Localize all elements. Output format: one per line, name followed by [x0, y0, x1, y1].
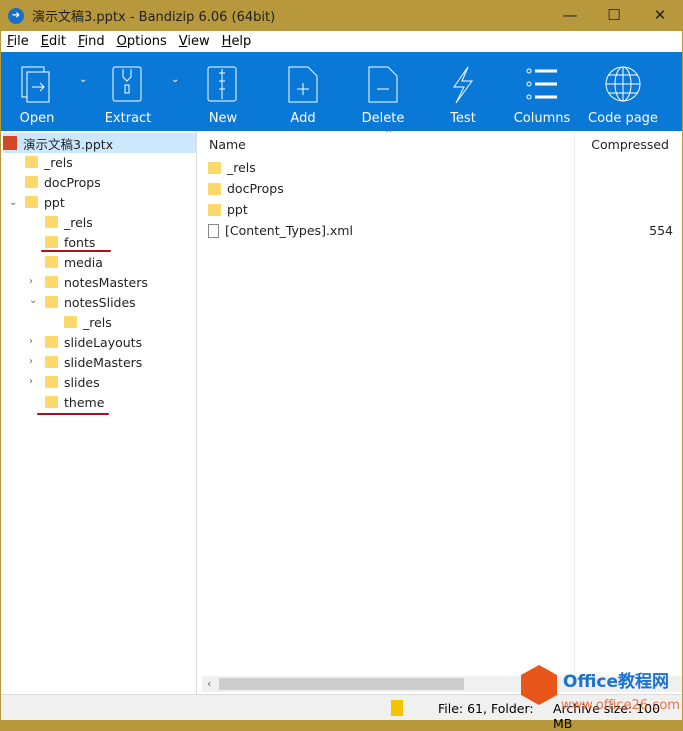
columns-button[interactable]: Columns: [502, 52, 582, 126]
delete-button[interactable]: Delete: [343, 52, 423, 126]
archive-icon: [391, 700, 403, 716]
pptx-file-icon: [3, 136, 17, 150]
scroll-left-icon[interactable]: ‹: [207, 677, 211, 690]
watermark-brand: Office教程网: [563, 672, 670, 692]
folder-icon: [208, 182, 221, 195]
tree-item[interactable]: _rels: [25, 152, 73, 172]
folder-icon: [45, 356, 58, 368]
file-icon: [208, 223, 219, 238]
minimize-button[interactable]: —: [547, 0, 593, 31]
tree-item[interactable]: media: [45, 252, 103, 272]
folder-icon: [208, 203, 221, 216]
folder-icon: [45, 336, 58, 348]
tree-item[interactable]: slideLayouts: [45, 332, 142, 352]
collapsed-chevron-icon[interactable]: ›: [29, 356, 33, 367]
list-header: Name ^ Compressed: [202, 129, 682, 676]
tree-item[interactable]: docProps: [25, 172, 101, 192]
column-name[interactable]: Name: [209, 137, 246, 152]
list-row[interactable]: [Content_Types].xml 554: [208, 220, 673, 241]
folder-icon: [25, 196, 38, 208]
lightning-icon: [453, 66, 473, 104]
folder-icon: [45, 216, 58, 228]
new-icon: [207, 66, 237, 102]
collapsed-chevron-icon[interactable]: ›: [29, 336, 33, 347]
list-row[interactable]: _rels: [208, 157, 673, 178]
app-icon: ➜: [8, 7, 24, 24]
menu-options[interactable]: Options: [117, 34, 167, 49]
file-list: Name ^ Compressed _rels docProps ppt [Co…: [202, 129, 682, 694]
menu-edit[interactable]: Edit: [41, 34, 66, 49]
menu-help[interactable]: Help: [222, 34, 252, 49]
folder-icon: [45, 396, 58, 408]
open-dropdown-icon[interactable]: ⌄: [79, 74, 87, 85]
tree-item[interactable]: _rels: [45, 212, 93, 232]
columns-icon: [526, 68, 557, 100]
tree-item[interactable]: ppt: [25, 192, 65, 212]
tree-item[interactable]: slideMasters: [45, 352, 142, 372]
tree-item[interactable]: theme: [45, 392, 104, 412]
toolbar: Open ⌄ Extract ⌄ New Add Delete Test Col…: [1, 52, 682, 131]
scrollbar-thumb[interactable]: [219, 678, 464, 690]
close-button[interactable]: ✕: [637, 0, 683, 31]
folder-icon: [45, 296, 58, 308]
tree-item[interactable]: fonts: [45, 232, 95, 252]
menu-file[interactable]: File: [7, 34, 29, 49]
tree-item[interactable]: slides: [45, 372, 100, 392]
list-row[interactable]: ppt: [208, 199, 673, 220]
title-bar: ➜ 演示文稿3.pptx - Bandizip 6.06 (64bit) — ☐…: [1, 0, 682, 31]
folder-icon: [45, 376, 58, 388]
open-button[interactable]: Open: [0, 52, 77, 126]
folder-icon: [45, 256, 58, 268]
folder-tree: 演示文稿3.pptx _rels docProps ⌄ ppt _rels fo…: [1, 131, 197, 694]
sort-arrow-icon: ^: [385, 129, 393, 139]
bandizip-window: ➜ 演示文稿3.pptx - Bandizip 6.06 (64bit) — ☐…: [1, 0, 682, 731]
menu-bar: File Edit Find Options View Help: [1, 31, 682, 52]
tree-root[interactable]: 演示文稿3.pptx: [3, 133, 196, 153]
watermark-url: www.office26.com: [561, 698, 680, 713]
menu-find[interactable]: Find: [78, 34, 105, 49]
column-compressed[interactable]: Compressed: [591, 137, 669, 152]
new-button[interactable]: New: [183, 52, 263, 126]
tree-item[interactable]: _rels: [64, 312, 112, 332]
add-icon: [288, 66, 318, 103]
extract-button[interactable]: Extract: [88, 52, 168, 126]
list-row[interactable]: docProps: [208, 178, 673, 199]
folder-icon: [25, 156, 38, 168]
code-page-button[interactable]: Code page: [583, 52, 663, 126]
status-bar: File: 61, Folder: Archive size: 100 MB O…: [1, 665, 682, 731]
status-file-count: File: 61, Folder:: [438, 701, 534, 716]
open-icon: [21, 66, 50, 103]
extract-icon: [112, 66, 142, 102]
folder-icon: [45, 276, 58, 288]
delete-icon: [368, 66, 398, 103]
expanded-chevron-icon[interactable]: ⌄: [29, 295, 37, 306]
window-title: 演示文稿3.pptx - Bandizip 6.06 (64bit): [32, 10, 276, 25]
red-underline-annotation: [37, 413, 109, 415]
red-underline-annotation: [41, 250, 111, 252]
tree-item[interactable]: notesSlides: [45, 292, 136, 312]
collapsed-chevron-icon[interactable]: ›: [29, 376, 33, 387]
tree-item[interactable]: notesMasters: [45, 272, 148, 292]
folder-icon: [25, 176, 38, 188]
folder-icon: [208, 161, 221, 174]
maximize-button[interactable]: ☐: [591, 0, 637, 31]
menu-view[interactable]: View: [179, 34, 210, 49]
globe-icon: [605, 66, 641, 102]
extract-dropdown-icon[interactable]: ⌄: [171, 74, 179, 85]
add-button[interactable]: Add: [263, 52, 343, 126]
expanded-chevron-icon[interactable]: ⌄: [9, 197, 17, 208]
folder-icon: [64, 316, 77, 328]
folder-icon: [45, 236, 58, 248]
test-button[interactable]: Test: [423, 52, 503, 126]
collapsed-chevron-icon[interactable]: ›: [29, 276, 33, 287]
